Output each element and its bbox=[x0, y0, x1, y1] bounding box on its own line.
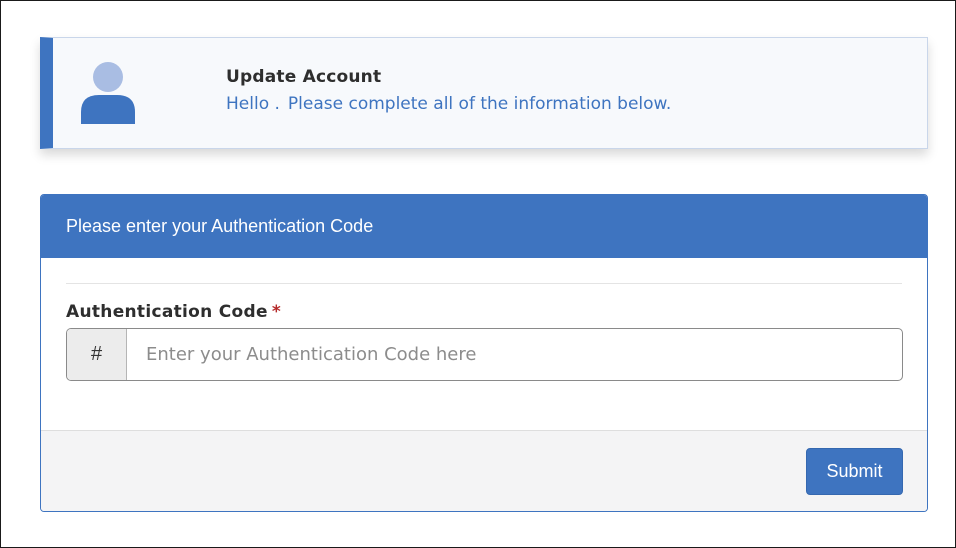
auth-code-input[interactable] bbox=[127, 329, 902, 380]
greeting-message: Please complete all of the information b… bbox=[287, 94, 672, 114]
account-greeting: Hello . Please complete all of the inform… bbox=[226, 94, 671, 114]
panel-header-title: Please enter your Authentication Code bbox=[66, 216, 374, 236]
panel-header: Please enter your Authentication Code bbox=[41, 195, 927, 258]
update-account-card: Update Account Hello . Please complete al… bbox=[40, 37, 928, 149]
hash-icon: # bbox=[67, 329, 127, 380]
panel-footer: Submit bbox=[41, 430, 927, 511]
divider bbox=[66, 283, 902, 284]
greeting-hello: Hello . bbox=[226, 94, 280, 114]
auth-code-panel: Please enter your Authentication Code Au… bbox=[40, 194, 928, 512]
auth-code-label-text: Authentication Code bbox=[66, 302, 268, 322]
account-title: Update Account bbox=[226, 67, 382, 87]
auth-code-label: Authentication Code * bbox=[66, 302, 281, 322]
required-marker: * bbox=[271, 302, 282, 322]
user-avatar-icon bbox=[81, 62, 135, 124]
submit-button[interactable]: Submit bbox=[806, 448, 903, 495]
auth-code-input-group: # bbox=[66, 328, 903, 381]
